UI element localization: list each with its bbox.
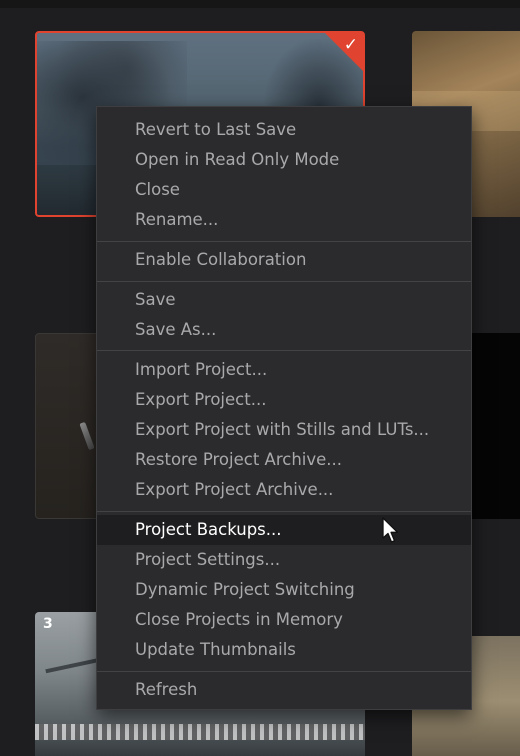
menu-item-export-with-stills-and-luts[interactable]: Export Project with Stills and LUTs... [97, 415, 471, 445]
menu-item-project-settings[interactable]: Project Settings... [97, 545, 471, 575]
menu-item-restore-project-archive[interactable]: Restore Project Archive... [97, 445, 471, 475]
project-thumbnail[interactable] [35, 333, 105, 519]
menu-separator [97, 281, 471, 282]
panel-top-edge [0, 0, 520, 8]
menu-item-dynamic-project-switching[interactable]: Dynamic Project Switching [97, 575, 471, 605]
menu-item-import-project[interactable]: Import Project... [97, 355, 471, 385]
menu-separator [97, 241, 471, 242]
menu-item-revert-to-last-save[interactable]: Revert to Last Save [97, 115, 471, 145]
project-thumbnail[interactable] [468, 333, 520, 519]
menu-item-save-as[interactable]: Save As... [97, 315, 471, 345]
thumbnail-image-railing [35, 724, 365, 740]
menu-item-refresh[interactable]: Refresh [97, 675, 471, 705]
menu-item-export-project[interactable]: Export Project... [97, 385, 471, 415]
menu-item-close-projects-in-memory[interactable]: Close Projects in Memory [97, 605, 471, 635]
checkmark-icon: ✓ [343, 35, 358, 55]
project-manager: ✓ 3 Revert to Last Save Open in Read Onl… [0, 0, 520, 756]
menu-separator [97, 671, 471, 672]
menu-item-open-read-only[interactable]: Open in Read Only Mode [97, 145, 471, 175]
menu-item-rename[interactable]: Rename... [97, 205, 471, 235]
menu-item-close[interactable]: Close [97, 175, 471, 205]
menu-item-enable-collaboration[interactable]: Enable Collaboration [97, 245, 471, 275]
menu-item-export-project-archive[interactable]: Export Project Archive... [97, 475, 471, 505]
context-menu: Revert to Last Save Open in Read Only Mo… [96, 106, 472, 710]
thumbnail-image-microphone [79, 421, 95, 451]
menu-separator [97, 350, 471, 351]
menu-item-save[interactable]: Save [97, 285, 471, 315]
mouse-pointer-icon [382, 517, 399, 543]
menu-separator [97, 511, 471, 512]
menu-item-project-backups[interactable]: Project Backups... [97, 515, 471, 545]
menu-item-update-thumbnails[interactable]: Update Thumbnails [97, 635, 471, 665]
thumbnail-number-badge: 3 [43, 616, 53, 632]
